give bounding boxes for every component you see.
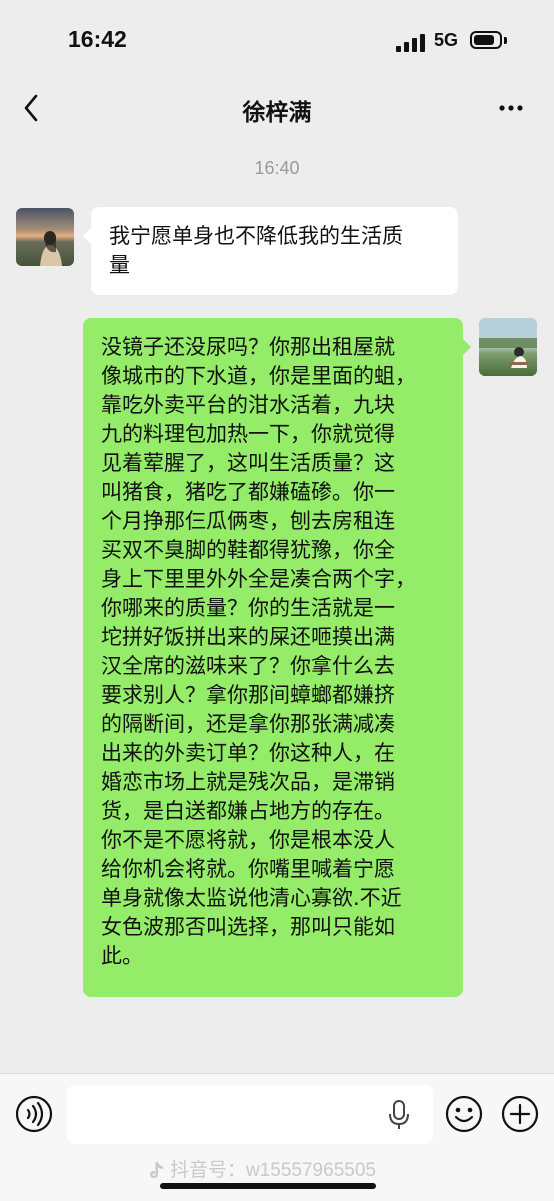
watermark-text: 抖音号：w15557965505 <box>170 1160 376 1181</box>
home-indicator <box>160 1183 376 1189</box>
mic-icon[interactable] <box>385 1099 413 1131</box>
signal-strength-icon <box>396 34 428 52</box>
chat-input-bar: 抖音号：w15557965505 <box>0 1073 554 1201</box>
contact-name: 徐梓满 <box>242 100 312 126</box>
battery-level <box>474 35 494 45</box>
sent-message-text: 没镜子还没尿吗？你那出租屋就 像城市的下水道，你是里面的蛆， 靠吃外卖平台的泔水… <box>101 335 416 968</box>
received-message-bubble[interactable]: 我宁愿单身也不降低我的生活质 量 <box>83 207 458 295</box>
contact-avatar[interactable] <box>16 208 74 266</box>
status-time: 16:42 <box>68 26 127 52</box>
bubble-tail <box>83 228 91 244</box>
received-message-text: 我宁愿单身也不降低我的生活质 量 <box>109 224 403 277</box>
chat-header: 徐梓满 <box>0 84 554 132</box>
sent-message-bubble[interactable]: 没镜子还没尿吗？你那出租屋就 像城市的下水道，你是里面的蛆， 靠吃外卖平台的泔水… <box>83 318 471 997</box>
emoji-icon[interactable] <box>444 1094 484 1134</box>
battery-icon <box>470 31 502 49</box>
more-dots-icon[interactable] <box>488 84 532 132</box>
plus-icon[interactable] <box>500 1094 540 1134</box>
battery-tip <box>504 37 507 44</box>
status-bar: 16:42 5G <box>0 0 554 84</box>
tiktok-icon <box>146 1160 168 1182</box>
voice-icon[interactable] <box>14 1094 54 1134</box>
message-input[interactable] <box>67 1085 433 1144</box>
network-type: 5G <box>434 30 459 50</box>
my-avatar[interactable] <box>479 318 537 376</box>
bubble-tail <box>463 339 471 355</box>
watermark: 抖音号：w15557965505 <box>146 1155 376 1181</box>
message-timestamp: 16:40 <box>254 158 300 178</box>
